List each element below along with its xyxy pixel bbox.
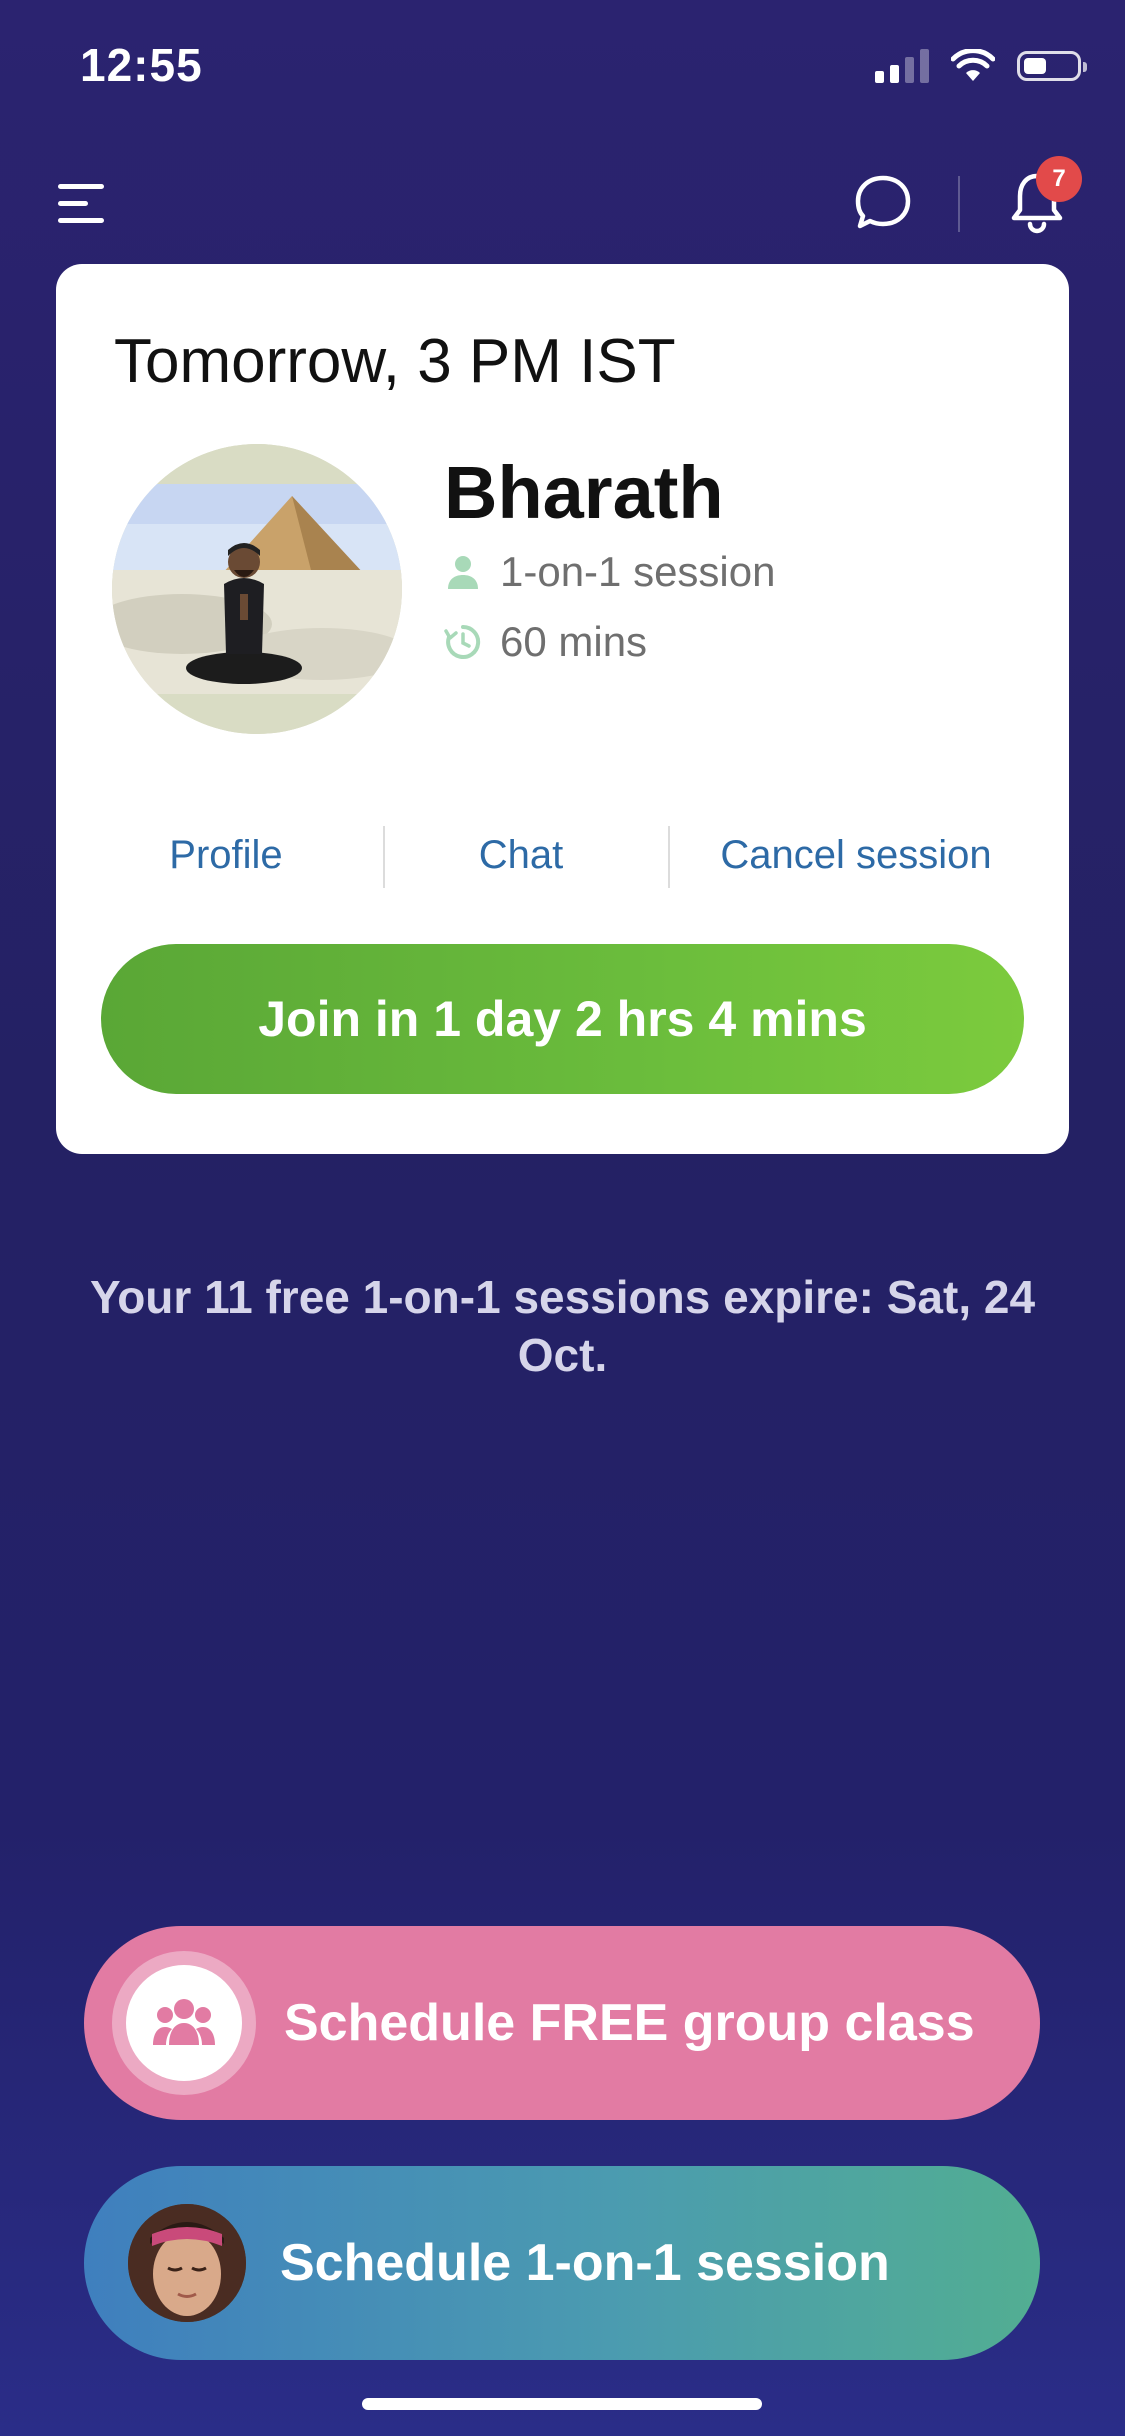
- session-time: Tomorrow, 3 PM IST: [114, 327, 676, 396]
- duration-row: 60 mins: [444, 618, 647, 666]
- schedule-group-class-label: Schedule FREE group class: [284, 1994, 975, 2052]
- session-type-row: 1-on-1 session: [444, 548, 775, 596]
- schedule-group-class-button[interactable]: Schedule FREE group class: [84, 1926, 1040, 2120]
- group-icon-badge: [112, 1951, 256, 2095]
- chat-icon[interactable]: [852, 172, 914, 234]
- duration-label: 60 mins: [500, 618, 648, 665]
- session-card: Tomorrow, 3 PM IST Bharath 1-on-1 sessio…: [56, 264, 1069, 1154]
- join-session-button[interactable]: Join in 1 day 2 hrs 4 mins: [101, 944, 1024, 1094]
- menu-icon[interactable]: [58, 182, 108, 226]
- schedule-1on1-session-button[interactable]: Schedule 1-on-1 session: [84, 2166, 1040, 2360]
- session-type-label: 1-on-1 session: [500, 548, 776, 595]
- schedule-1on1-session-label: Schedule 1-on-1 session: [280, 2234, 890, 2292]
- cellular-signal-icon: [875, 49, 929, 83]
- status-indicators: [875, 46, 1087, 86]
- battery-icon: [1017, 51, 1087, 81]
- home-indicator[interactable]: [362, 2398, 762, 2410]
- coach-avatar[interactable]: [112, 444, 402, 734]
- action-divider: [383, 826, 385, 888]
- coach-photo: [112, 444, 402, 734]
- nav-divider: [958, 176, 960, 232]
- status-time: 12:55: [80, 39, 203, 91]
- profile-link[interactable]: Profile: [126, 820, 326, 890]
- notification-badge: 7: [1036, 156, 1082, 202]
- chat-link[interactable]: Chat: [396, 820, 646, 890]
- coach-name: Bharath: [444, 451, 724, 534]
- free-sessions-expiry-notice: Your 11 free 1-on-1 sessions expire: Sat…: [89, 1271, 1036, 1381]
- card-actions: Profile Chat Cancel session: [56, 820, 1069, 890]
- person-icon: [448, 556, 478, 589]
- wifi-icon: [951, 49, 995, 81]
- cancel-session-link[interactable]: Cancel session: [681, 820, 1031, 890]
- action-divider: [668, 826, 670, 888]
- teacher-photo: [128, 2204, 246, 2322]
- teacher-avatar: [128, 2204, 246, 2322]
- group-icon: [153, 1999, 215, 2045]
- clock-icon: [444, 624, 481, 659]
